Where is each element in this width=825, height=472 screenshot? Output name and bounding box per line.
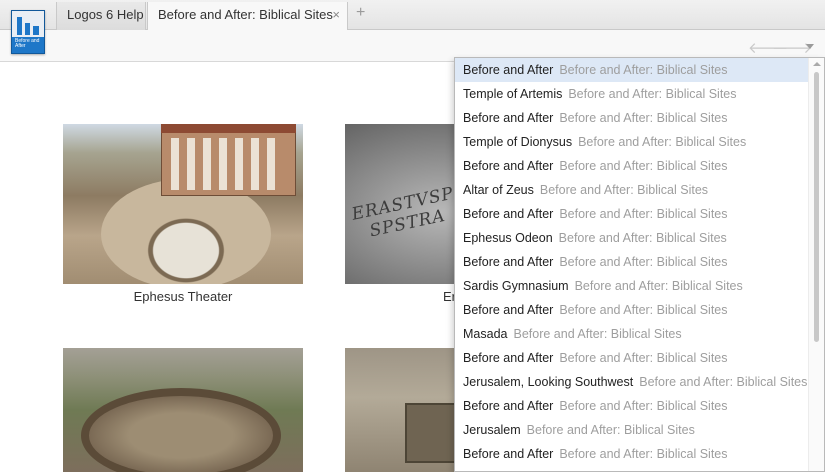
dropdown-item-subtitle: Before and After: Biblical Sites [558,231,727,245]
dropdown-item-title: Jerusalem [463,423,521,437]
column-shape [267,138,275,190]
dropdown-item-subtitle: Before and After: Biblical Sites [559,303,728,317]
dropdown-item-subtitle: Before and After: Biblical Sites [639,375,808,389]
tab-label: Before and After: Biblical Sites [158,7,333,22]
dropdown-item-subtitle: Before and After: Biblical Sites [578,135,747,149]
dropdown-item[interactable]: Jerusalem, Looking Southwest Before and A… [455,370,808,394]
column-shape [171,138,179,190]
dropdown-item[interactable]: Before and After Before and After: Biblic… [455,298,808,322]
scrollbar[interactable] [808,58,824,471]
dropdown-item-title: Before and After [463,159,554,173]
pillar-shape [33,26,39,35]
chevron-down-icon[interactable] [806,44,814,49]
column-shape [203,138,211,190]
dropdown-item[interactable]: Before and After Before and After: Biblic… [455,202,808,226]
pillar-shape [25,23,30,35]
dropdown-item-subtitle: Before and After: Biblical Sites [559,159,728,173]
dropdown-item-title: Before and After [463,303,554,317]
dropdown-item[interactable]: Sardis Gymnasium Before and After: Biblic… [455,274,808,298]
dropdown-item[interactable]: Temple of Artemis Before and After: Bibli… [455,82,808,106]
dropdown-item-title: Before and After [463,447,554,461]
close-icon[interactable]: × [332,2,340,28]
dropdown-item-subtitle: Before and After: Biblical Sites [574,279,743,293]
add-tab-icon[interactable]: + [356,4,365,22]
dropdown-item-subtitle: Before and After: Biblical Sites [559,447,728,461]
dropdown-item[interactable]: Altar of Zeus Before and After: Biblical … [455,178,808,202]
cover-art [12,11,44,37]
dropdown-item-subtitle: Before and After: Biblical Sites [539,183,709,197]
dropdown-item-subtitle: Before and After: Biblical Sites [568,87,737,101]
dropdown-item-subtitle: Before and After: Biblical Sites [559,111,728,125]
dropdown-item[interactable]: Before and After Before and After: Biblic… [455,394,808,418]
dropdown-item[interactable]: Before and After Before and After: Biblic… [455,346,808,370]
dropdown-item[interactable]: Ephesus Odeon Before and After: Biblical … [455,226,808,250]
resource-cover-icon[interactable]: Before and After [11,10,45,54]
dropdown-item[interactable]: Before and After Before and After: Biblic… [455,442,808,466]
city-wall-shape [81,388,281,472]
dropdown-item-title: Before and After [463,351,554,365]
dropdown-item-subtitle: Before and After: Biblical Sites [559,63,728,77]
inscription-text: ERASTVSP SPSTRA [350,184,460,245]
dropdown-item[interactable]: Before and After Before and After: Biblic… [455,58,808,82]
tab-bar: Logos 6 Help Before and After: Biblical … [0,0,825,31]
column-shape [235,138,243,190]
dropdown-item-title: Before and After [463,63,554,77]
column-shape [187,138,195,190]
dropdown-item-title: Ephesus Odeon [463,231,553,245]
dropdown-item[interactable]: Temple of Dionysus Before and After: Bibl… [455,130,808,154]
image-caption[interactable]: Ephesus Theater [63,289,303,304]
dropdown-item-subtitle: Before and After: Biblical Sites [559,207,728,221]
dropdown-item-title: Jerusalem, Looking Southwest [463,375,634,389]
theater-stage-shape [161,126,296,196]
aerial-city-image[interactable] [63,348,303,472]
tab-logos-help[interactable]: Logos 6 Help [56,2,146,30]
tab-before-and-after[interactable]: Before and After: Biblical Sites × [147,2,348,31]
dropdown-item-subtitle: Before and After: Biblical Sites [559,255,728,269]
dropdown-item-title: Before and After [463,207,554,221]
theater-roof-shape [161,124,296,133]
dropdown-item[interactable]: Before and After Before and After: Biblic… [455,154,808,178]
tab-label: Logos 6 Help [67,7,144,22]
scroll-up-icon[interactable] [813,62,821,66]
dropdown-item-subtitle: Before and After: Biblical Sites [559,399,728,413]
dropdown-item-subtitle: Before and After: Biblical Sites [513,327,682,341]
dropdown-item[interactable]: Before and After Before and After: Biblic… [455,106,808,130]
ephesus-theater-image[interactable] [63,124,303,284]
dropdown-item-subtitle: Before and After: Biblical Sites [526,423,695,437]
dropdown-item[interactable]: Jerusalem Before and After: Biblical Site… [455,418,808,442]
dropdown-item-title: Before and After [463,255,554,269]
cover-title: Before and After [15,38,40,49]
dropdown-item-title: Sardis Gymnasium [463,279,569,293]
column-shape [219,138,227,190]
history-dropdown[interactable]: Before and After Before and After: Biblic… [454,57,825,472]
dropdown-item[interactable]: Masada Before and After: Biblical Sites [455,322,808,346]
dropdown-item[interactable]: Before and After Before and After: Biblic… [455,250,808,274]
pillar-shape [17,17,22,35]
scroll-thumb[interactable] [814,72,819,342]
column-shape [251,138,259,190]
dropdown-item-title: Altar of Zeus [463,183,534,197]
dropdown-item-title: Temple of Artemis [463,87,563,101]
dropdown-item-title: Before and After [463,399,554,413]
dropdown-item-subtitle: Before and After: Biblical Sites [559,351,728,365]
dropdown-item-title: Temple of Dionysus [463,135,573,149]
dropdown-item-title: Before and After [463,111,554,125]
dropdown-item-title: Masada [463,327,508,341]
